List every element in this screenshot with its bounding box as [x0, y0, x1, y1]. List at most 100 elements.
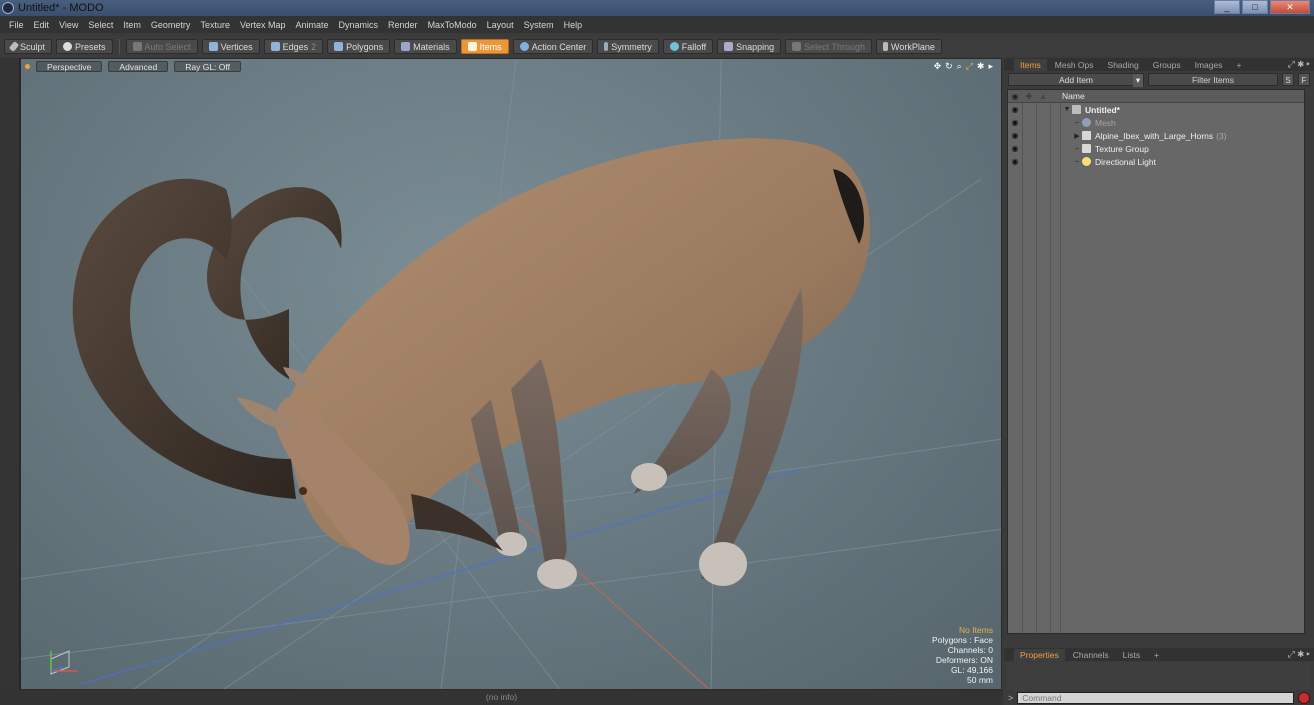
type-column-icon[interactable]: ▵: [1036, 92, 1050, 101]
auto-select-button[interactable]: Auto Select: [125, 39, 198, 54]
menu-render[interactable]: Render: [383, 20, 423, 30]
zoom-icon[interactable]: ⌕: [957, 61, 962, 72]
menu-select[interactable]: Select: [83, 20, 118, 30]
light-icon: [1082, 157, 1091, 166]
tab-items[interactable]: Items: [1014, 58, 1047, 71]
filter-items-input[interactable]: Filter Items: [1148, 73, 1278, 86]
select-through-label: Select Through: [804, 41, 865, 52]
select-through-button[interactable]: Select Through: [785, 39, 872, 54]
list-item[interactable]: ◉ ▶ Alpine_Ibex_with_Large_Horns (3): [1008, 129, 1304, 142]
items-button[interactable]: Items: [460, 39, 509, 54]
command-input[interactable]: Command: [1017, 691, 1294, 704]
viewport-menu-arrow-icon[interactable]: ▸: [988, 61, 993, 72]
workplane-button[interactable]: WorkPlane: [876, 39, 942, 54]
hud-gl: GL: 49,166: [950, 665, 993, 675]
add-tab-button[interactable]: +: [1148, 649, 1165, 661]
list-item-label: Mesh: [1095, 117, 1116, 128]
s-button[interactable]: S: [1282, 73, 1294, 86]
minimize-button[interactable]: _: [1214, 0, 1240, 14]
3d-viewport[interactable]: Perspective Advanced Ray GL: Off ✥ ↻ ⌕ ⤢…: [20, 58, 1002, 690]
items-label: Items: [479, 41, 502, 52]
list-item[interactable]: ◉ ▼ Untitled*: [1008, 103, 1304, 116]
menu-geometry[interactable]: Geometry: [146, 20, 196, 30]
edges-button[interactable]: Edges 2: [263, 39, 324, 54]
tab-images[interactable]: Images: [1189, 59, 1229, 71]
vertices-label: Vertices: [220, 41, 253, 52]
list-item[interactable]: ◉ – Directional Light: [1008, 155, 1304, 168]
workplane-label: WorkPlane: [891, 41, 935, 52]
presets-button[interactable]: Presets: [56, 39, 113, 54]
list-item[interactable]: ◉ – Mesh: [1008, 116, 1304, 129]
perspective-tab[interactable]: Perspective: [36, 60, 103, 72]
menu-edit[interactable]: Edit: [29, 20, 55, 30]
menu-item[interactable]: Item: [118, 20, 146, 30]
advanced-tab[interactable]: Advanced: [108, 60, 169, 72]
action-center-button[interactable]: Action Center: [512, 39, 594, 54]
record-macro-icon[interactable]: [1298, 691, 1310, 704]
tab-properties[interactable]: Properties: [1014, 648, 1065, 661]
item-list-header: ◉ ✛ ▵ Name: [1008, 90, 1304, 103]
menu-texture[interactable]: Texture: [195, 20, 235, 30]
rotate-icon[interactable]: ↻: [945, 61, 953, 72]
eye-icon[interactable]: ◉: [1008, 105, 1022, 114]
add-tab-button[interactable]: +: [1230, 59, 1247, 71]
menu-vertex-map[interactable]: Vertex Map: [235, 20, 291, 30]
hud-deformers: Deformers: ON: [935, 655, 993, 665]
eye-icon[interactable]: ◉: [1008, 131, 1022, 140]
group-icon: [1082, 131, 1091, 140]
tab-channels[interactable]: Channels: [1067, 649, 1115, 661]
menu-animate[interactable]: Animate: [290, 20, 333, 30]
texture-group-icon: [1082, 144, 1091, 153]
f-button[interactable]: F: [1298, 73, 1310, 86]
menu-maxtomodo[interactable]: MaxToModo: [423, 20, 482, 30]
tab-mesh-ops[interactable]: Mesh Ops: [1049, 59, 1100, 71]
pan-icon[interactable]: ✥: [934, 61, 942, 72]
ibex-beard: [411, 494, 503, 551]
menu-system[interactable]: System: [519, 20, 559, 30]
tab-shading[interactable]: Shading: [1102, 59, 1145, 71]
expand-arrow-icon[interactable]: ▼: [1062, 106, 1072, 113]
panel-settings-icon[interactable]: ⤢ ✱ ▸: [1288, 59, 1310, 70]
command-history-icon[interactable]: >: [1008, 693, 1013, 703]
vertices-button[interactable]: Vertices: [201, 39, 260, 54]
edges-count: 2: [311, 41, 317, 52]
menu-file[interactable]: File: [4, 20, 29, 30]
name-column-header[interactable]: Name: [1050, 91, 1085, 101]
list-item[interactable]: ◉ – Texture Group: [1008, 142, 1304, 155]
gear-icon[interactable]: ✱: [977, 61, 985, 72]
polygons-button[interactable]: Polygons: [327, 39, 391, 54]
properties-settings-icon[interactable]: ⤢ ✱ ▸: [1288, 649, 1310, 660]
sculpt-button[interactable]: Sculpt: [4, 39, 53, 54]
visibility-column-icon[interactable]: ◉: [1008, 92, 1022, 101]
materials-button[interactable]: Materials: [394, 39, 457, 54]
expand-arrow-icon[interactable]: ▶: [1072, 132, 1082, 140]
mesh-icon: [1082, 118, 1091, 127]
menu-layout[interactable]: Layout: [482, 20, 519, 30]
add-item-dropdown[interactable]: Add Item ▾: [1008, 73, 1144, 87]
auto-select-icon: [132, 42, 142, 51]
snapping-button[interactable]: Snapping: [717, 39, 782, 54]
maximize-button[interactable]: □: [1242, 0, 1268, 14]
close-button[interactable]: ✕: [1270, 0, 1310, 14]
hud-selection: No Items: [958, 625, 993, 635]
eye-icon[interactable]: ◉: [1008, 118, 1022, 127]
maximize-viewport-icon[interactable]: ⤢: [966, 61, 973, 72]
ray-gl-tab[interactable]: Ray GL: Off: [174, 60, 241, 72]
viewport-scene: [21, 59, 1001, 689]
tab-lists[interactable]: Lists: [1117, 649, 1146, 661]
menu-dynamics[interactable]: Dynamics: [334, 20, 384, 30]
toolbar-divider: [118, 39, 120, 54]
symmetry-button[interactable]: Symmetry: [597, 39, 659, 54]
left-tool-strip: [0, 58, 20, 690]
eye-icon[interactable]: ◉: [1008, 157, 1022, 166]
viewport-options-icon[interactable]: [25, 63, 30, 69]
tab-groups[interactable]: Groups: [1147, 59, 1187, 71]
menu-help[interactable]: Help: [559, 20, 588, 30]
status-bar: (no info): [0, 690, 1003, 705]
lock-column-icon[interactable]: ✛: [1022, 92, 1036, 101]
menu-view[interactable]: View: [54, 20, 83, 30]
eye-icon[interactable]: ◉: [1008, 144, 1022, 153]
add-item-label: Add Item: [1058, 75, 1094, 85]
column-divider: [1060, 103, 1061, 633]
falloff-button[interactable]: Falloff: [662, 39, 714, 54]
